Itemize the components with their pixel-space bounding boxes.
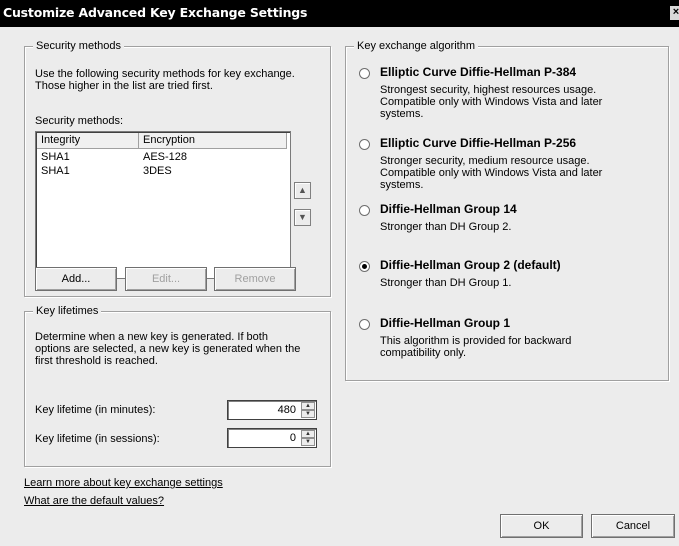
spin-up-icon[interactable]: ▲ xyxy=(301,430,315,438)
key-lifetimes-legend: Key lifetimes xyxy=(33,304,102,318)
encryption-cell: 3DES xyxy=(143,165,172,177)
description-line: options are selected, a new key is gener… xyxy=(35,343,301,355)
security-methods-legend: Security methods xyxy=(33,39,124,53)
option-description: Stronger than DH Group 1. xyxy=(380,277,512,289)
description-line: Strongest security, highest resources us… xyxy=(380,84,597,96)
add-button[interactable]: Add... xyxy=(35,267,117,291)
radio-dh-group2[interactable] xyxy=(359,261,370,272)
radio-dh-group14[interactable] xyxy=(359,205,370,216)
option-description: Strongest security, highest resources us… xyxy=(380,84,602,120)
description-line: systems. xyxy=(380,108,424,120)
option-description: This algorithm is provided for backward … xyxy=(380,335,571,359)
column-header-encryption[interactable]: Encryption xyxy=(139,133,287,149)
arrow-up-icon: ▲ xyxy=(298,185,307,195)
arrow-down-icon: ▼ xyxy=(298,212,307,222)
title-bar: Customize Advanced Key Exchange Settings… xyxy=(0,0,679,27)
move-down-button[interactable]: ▼ xyxy=(294,209,311,226)
option-label: Elliptic Curve Diffie-Hellman P-256 xyxy=(380,136,577,150)
description-line: Compatible only with Windows Vista and l… xyxy=(380,167,603,179)
sessions-value: 0 xyxy=(289,432,296,444)
column-header-integrity[interactable]: Integrity xyxy=(37,133,139,149)
integrity-cell: SHA1 xyxy=(41,165,70,177)
security-methods-list-label: Security methods: xyxy=(35,115,124,127)
description-line: This algorithm is provided for backward xyxy=(380,335,572,347)
minutes-value: 480 xyxy=(277,404,296,416)
close-icon[interactable]: × xyxy=(670,6,679,20)
key-exchange-algorithm-group: Key exchange algorithm Elliptic Curve Di… xyxy=(345,39,669,381)
key-lifetimes-group: Key lifetimes Determine when a new key i… xyxy=(24,304,331,467)
security-methods-group: Security methods Use the following secur… xyxy=(24,39,331,297)
option-dh-group14[interactable]: Diffie-Hellman Group 14 Stronger than DH… xyxy=(346,199,668,239)
key-lifetimes-description: Determine when a new key is generated. I… xyxy=(35,331,300,367)
description-line: compatibility only. xyxy=(380,347,466,359)
ok-button[interactable]: OK xyxy=(500,514,583,538)
cancel-button[interactable]: Cancel xyxy=(591,514,675,538)
default-values-link[interactable]: What are the default values? xyxy=(24,495,164,507)
remove-button[interactable]: Remove xyxy=(214,267,296,291)
radio-ecdh-p384[interactable] xyxy=(359,68,370,79)
sessions-label: Key lifetime (in sessions): xyxy=(35,433,160,445)
description-line: Compatible only with Windows Vista and l… xyxy=(380,96,603,108)
description-line: Those higher in the list are tried first… xyxy=(35,80,213,92)
table-row[interactable]: SHA1 AES-128 xyxy=(37,150,287,164)
move-up-button[interactable]: ▲ xyxy=(294,182,311,199)
edit-button[interactable]: Edit... xyxy=(125,267,207,291)
description-line: systems. xyxy=(380,179,424,191)
option-label: Diffie-Hellman Group 14 xyxy=(380,202,517,216)
radio-dh-group1[interactable] xyxy=(359,319,370,330)
option-ecdh-p256[interactable]: Elliptic Curve Diffie-Hellman P-256 Stro… xyxy=(346,133,668,193)
option-dh-group1[interactable]: Diffie-Hellman Group 1 This algorithm is… xyxy=(346,313,668,363)
description-line: Determine when a new key is generated. I… xyxy=(35,331,268,343)
security-methods-description: Use the following security methods for k… xyxy=(35,68,295,92)
sessions-spinner[interactable]: 0 ▲ ▼ xyxy=(227,428,317,448)
dialog-body: Security methods Use the following secur… xyxy=(0,27,679,546)
spin-down-icon[interactable]: ▼ xyxy=(301,438,315,446)
table-row[interactable]: SHA1 3DES xyxy=(37,164,287,178)
window-title: Customize Advanced Key Exchange Settings xyxy=(3,5,308,20)
description-line: Stronger security, medium resource usage… xyxy=(380,155,590,167)
radio-ecdh-p256[interactable] xyxy=(359,139,370,150)
security-methods-list[interactable]: Integrity Encryption SHA1 AES-128 SHA1 3… xyxy=(35,131,291,279)
option-label: Diffie-Hellman Group 2 (default) xyxy=(380,258,561,272)
option-description: Stronger security, medium resource usage… xyxy=(380,155,602,191)
minutes-spinner[interactable]: 480 ▲ ▼ xyxy=(227,400,317,420)
description-line: first threshold is reached. xyxy=(35,355,158,367)
spin-up-icon[interactable]: ▲ xyxy=(301,402,315,410)
description-line: Use the following security methods for k… xyxy=(35,68,295,80)
option-label: Elliptic Curve Diffie-Hellman P-384 xyxy=(380,65,577,79)
learn-more-link[interactable]: Learn more about key exchange settings xyxy=(24,477,223,489)
option-description: Stronger than DH Group 2. xyxy=(380,221,512,233)
integrity-cell: SHA1 xyxy=(41,151,70,163)
spin-down-icon[interactable]: ▼ xyxy=(301,410,315,418)
minutes-label: Key lifetime (in minutes): xyxy=(35,404,156,416)
encryption-cell: AES-128 xyxy=(143,151,188,163)
option-dh-group2[interactable]: Diffie-Hellman Group 2 (default) Stronge… xyxy=(346,255,668,295)
option-label: Diffie-Hellman Group 1 xyxy=(380,316,511,330)
option-ecdh-p384[interactable]: Elliptic Curve Diffie-Hellman P-384 Stro… xyxy=(346,47,668,120)
